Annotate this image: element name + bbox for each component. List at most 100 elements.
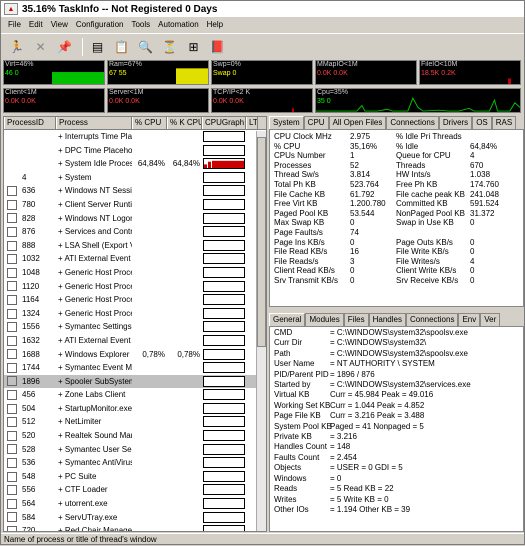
table-row[interactable]: 1120 + Generic Host Proce (4, 280, 266, 294)
table-row[interactable]: + System Idle Process 64,84% 64,84% (4, 157, 266, 171)
kill-icon[interactable]: ✕ (30, 37, 51, 57)
process-id (20, 157, 56, 171)
process-name: + StartupMonitor.exe (58, 403, 132, 413)
table-row[interactable]: 1688 + Windows Explorer 0,78% 0,78% (4, 348, 266, 362)
table-row[interactable]: 584 + ServUTray.exe (4, 511, 266, 525)
process-kcpu (167, 266, 202, 280)
process-icon (4, 320, 20, 334)
process-cpu (132, 375, 167, 389)
process-kcpu: 0,78% (177, 349, 200, 359)
menu-automation[interactable]: Automation (154, 20, 202, 29)
menu-configuration[interactable]: Configuration (72, 20, 128, 29)
table-row[interactable]: + DPC Time Placehol (4, 144, 266, 158)
col-cpugraph[interactable]: CPUGraph (202, 117, 246, 129)
table-row[interactable]: 888 + LSA Shell (Export V (4, 239, 266, 253)
table-row[interactable]: 1032 + ATI External Event (4, 252, 266, 266)
search-icon[interactable]: 🔍 (135, 37, 156, 57)
table-row[interactable]: 548 + PC Suite (4, 470, 266, 484)
tab-cpu[interactable]: CPU (303, 116, 329, 129)
tree-icon[interactable]: ⊞ (183, 37, 204, 57)
tab-drivers[interactable]: Drivers (438, 116, 473, 129)
tab-general[interactable]: General (269, 313, 306, 326)
pin-icon[interactable]: 📌 (54, 37, 75, 57)
col-cpu[interactable]: % CPU (132, 117, 167, 129)
table-row[interactable]: 1896 + Spooler SubSystem (4, 374, 266, 389)
col-lt[interactable]: LT (246, 117, 258, 129)
tab-system[interactable]: System (269, 116, 304, 129)
general-row: Started by = C:\WINDOWS\system32\services… (274, 380, 519, 390)
stat-value: 174.760 (470, 179, 499, 189)
table-row[interactable]: 528 + Symantec User Se (4, 443, 266, 457)
table-row[interactable]: 1744 + Symantec Event M (4, 361, 266, 375)
book-icon[interactable]: 📕 (207, 37, 228, 57)
table-row[interactable]: 512 + NetLimiter (4, 415, 266, 429)
process-list[interactable]: ProcessID Process % CPU % K CPU CPUGraph… (3, 116, 267, 532)
table-row[interactable]: 556 + CTF Loader (4, 483, 266, 497)
process-cpu (132, 144, 167, 158)
process-cpu (132, 415, 167, 429)
general-key: Objects (274, 463, 302, 473)
tab-ver[interactable]: Ver (480, 313, 501, 326)
tab-connections[interactable]: Connections (386, 116, 439, 129)
graph-client: Client<1M 0.0K 0.0K (3, 88, 105, 113)
table-row[interactable]: 1632 + ATI External Event (4, 334, 266, 348)
process-icon (4, 266, 20, 280)
table-row[interactable]: 4 + System (4, 171, 266, 185)
table-row[interactable]: 564 + utorrent.exe (4, 497, 266, 511)
table-row[interactable]: 456 + Zone Labs Client (4, 388, 266, 402)
table-row[interactable]: 1324 + Generic Host Proce (4, 307, 266, 321)
table-row[interactable]: + Interrupts Time Placl (4, 130, 266, 144)
table-row[interactable]: 780 + Client Server Runtim (4, 198, 266, 212)
col-kcpu[interactable]: % K CPU (167, 117, 202, 129)
stat-value: 241.048 (470, 189, 499, 199)
process-kcpu (167, 307, 202, 321)
general-key: Private KB (274, 432, 312, 442)
tab-modules[interactable]: Modules (305, 313, 344, 326)
table-row[interactable]: 504 + StartupMonitor.exe (4, 402, 266, 416)
stat-label: Client Write KB/s (396, 266, 457, 276)
scrollbar-thumb[interactable] (257, 137, 266, 347)
table-row[interactable]: 876 + Services and Contro (4, 225, 266, 239)
general-key: System Pool KB (274, 421, 332, 431)
menu-edit[interactable]: Edit (25, 20, 47, 29)
tab-env[interactable]: Env (458, 313, 481, 326)
table-row[interactable]: 520 + Realtek Sound Mar (4, 429, 266, 443)
process-cpu-graph (202, 402, 246, 416)
process-id: 556 (22, 485, 36, 495)
tab-os[interactable]: OS (472, 116, 492, 129)
vertical-scrollbar[interactable] (256, 131, 266, 531)
stat-value: 523.764 (350, 179, 379, 189)
stat-value: 0 (470, 247, 475, 257)
table-row[interactable]: 636 + Windows NT Sessi (4, 184, 266, 198)
process-id: 548 (22, 471, 36, 481)
table-row[interactable]: 536 + Symantec AntiVirus (4, 456, 266, 470)
tab-ras[interactable]: RAS (491, 116, 517, 129)
general-key: Other IOs (274, 504, 309, 514)
table-row[interactable]: 828 + Windows NT Logor (4, 212, 266, 226)
tab-connections-detail[interactable]: Connections (405, 313, 459, 326)
tab-all-open-files[interactable]: All Open Files (328, 116, 387, 129)
hourglass-icon[interactable]: ⏳ (159, 37, 180, 57)
table-row[interactable]: 1048 + Generic Host Proce (4, 266, 266, 280)
table-row[interactable]: 720 + Red Chair Manager (4, 524, 266, 531)
general-value: = 5 Write KB = 0 (330, 494, 389, 504)
process-kcpu (167, 144, 202, 158)
menu-tools[interactable]: Tools (127, 20, 154, 29)
menu-file[interactable]: File (4, 20, 25, 29)
table-row[interactable]: 1164 + Generic Host Proce (4, 293, 266, 307)
window-icon[interactable]: ▤ (87, 37, 108, 57)
table-row[interactable]: 1556 + Symantec Settings I (4, 320, 266, 334)
tab-files[interactable]: Files (343, 313, 369, 326)
run-icon[interactable]: 🏃 (6, 37, 27, 57)
menu-view[interactable]: View (47, 20, 72, 29)
col-processid[interactable]: ProcessID (4, 117, 56, 129)
menu-help[interactable]: Help (203, 20, 227, 29)
general-row: Virtual KB Curr = 45.984 Peak = 49.016 (274, 390, 519, 400)
stat-label: Threads (396, 160, 426, 170)
properties-icon[interactable]: 📋 (111, 37, 132, 57)
process-id: 1120 (22, 281, 40, 291)
process-name: + Zone Labs Client (58, 390, 126, 400)
title-bar[interactable]: ▲ 35.16% TaskInfo -- Not Registered 0 Da… (1, 1, 524, 17)
col-process[interactable]: Process (56, 117, 132, 129)
tab-handles[interactable]: Handles (368, 313, 406, 326)
